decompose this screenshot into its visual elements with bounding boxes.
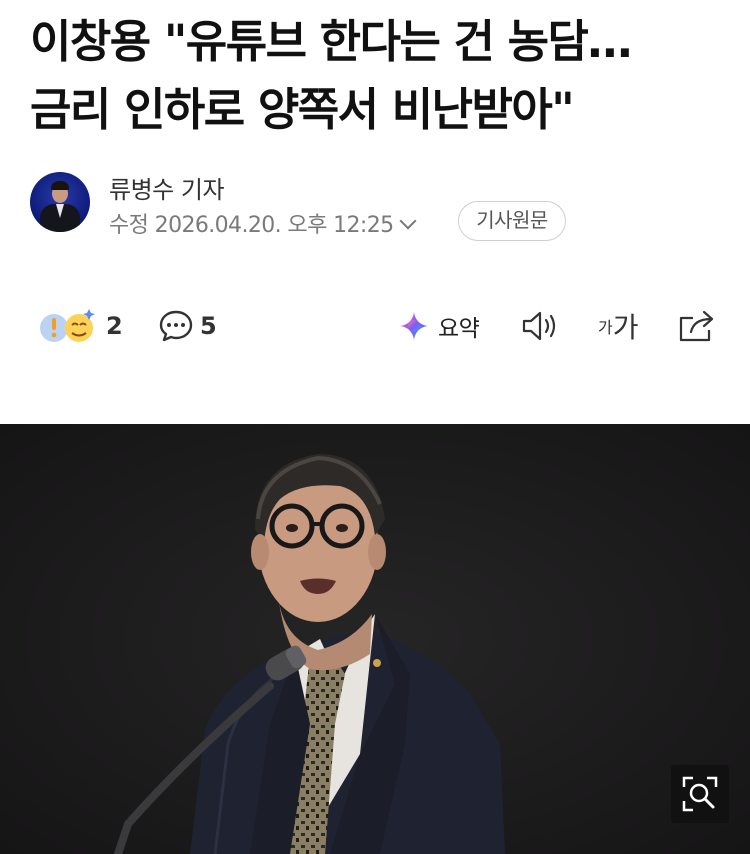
summary-label: 요약 — [438, 316, 480, 342]
speaker-icon — [522, 311, 556, 341]
article-timestamp[interactable]: 수정 2026.04.20. 오후 12:25 — [109, 207, 416, 239]
photo-zoom-button[interactable] — [671, 765, 729, 823]
article-toolbar: 2 5 요약 가 가 — [0, 296, 750, 356]
share-icon — [679, 310, 714, 342]
comment-icon — [159, 310, 193, 342]
zoom-icon — [682, 776, 718, 812]
article-photo[interactable] — [0, 424, 750, 854]
headline-line-1: 이창용 "유튜브 한다는 건 농담… — [30, 15, 632, 68]
headline-line-2: 금리 인하로 양쪽서 비난받아" — [30, 83, 575, 136]
byline: 류병수 기자 수정 2026.04.20. 오후 12:25 기사원문 — [30, 172, 730, 242]
comment-count: 5 — [200, 312, 217, 340]
reaction-count: 2 — [106, 312, 123, 340]
chevron-down-icon[interactable] — [399, 212, 416, 230]
ai-summary-icon — [400, 312, 428, 340]
original-article-button[interactable]: 기사원문 — [458, 201, 566, 241]
reaction-button[interactable]: 2 — [36, 296, 123, 356]
reporter-avatar[interactable] — [30, 172, 90, 232]
speaker-portrait — [0, 424, 750, 854]
font-size-small-label: 가 — [598, 318, 613, 337]
text-to-speech-button[interactable] — [520, 296, 560, 356]
comment-button[interactable]: 5 — [158, 296, 217, 356]
share-button[interactable] — [677, 296, 717, 356]
font-size-button[interactable]: 가 가 — [598, 296, 639, 356]
font-size-large-label: 가 — [612, 311, 639, 344]
article-headline: 이창용 "유튜브 한다는 건 농담… 금리 인하로 양쪽서 비난받아" — [30, 8, 730, 144]
reporter-name[interactable]: 류병수 기자 — [109, 170, 225, 205]
timestamp-text: 수정 2026.04.20. 오후 12:25 — [109, 213, 394, 238]
reaction-emoji-icon — [40, 309, 95, 342]
summary-button[interactable]: 요약 — [398, 296, 480, 356]
